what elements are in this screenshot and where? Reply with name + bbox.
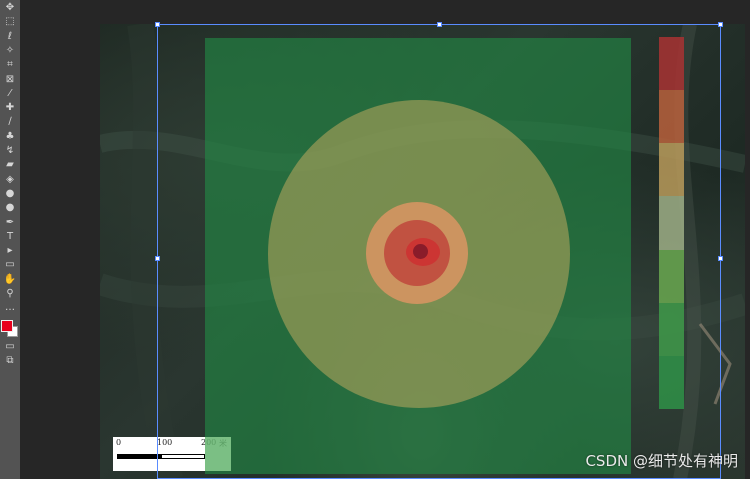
eraser-tool-icon[interactable]: ▰ (3, 159, 17, 171)
marquee-tool-icon[interactable]: ⬚ (3, 16, 17, 28)
transform-handle-top-right[interactable] (718, 22, 723, 27)
frame-tool-icon[interactable]: ⊠ (3, 74, 17, 86)
lasso-tool-icon[interactable]: ℓ (3, 31, 17, 43)
transform-handle-middle-left[interactable] (155, 256, 160, 261)
blur-tool-icon[interactable]: ● (3, 188, 17, 200)
dodge-tool-icon[interactable]: ● (3, 202, 17, 214)
more-tools-icon[interactable]: … (3, 302, 17, 314)
rectangle-tool-icon[interactable]: ▭ (3, 259, 17, 271)
eyedropper-tool-icon[interactable]: ⁄ (3, 88, 17, 100)
legend-segment (659, 143, 684, 197)
healing-brush-tool-icon[interactable]: ✚ (3, 102, 17, 114)
watermark: CSDN @细节处有神明 (585, 452, 738, 470)
history-brush-tool-icon[interactable]: ↯ (3, 145, 17, 157)
transform-handle-middle-right[interactable] (718, 256, 723, 261)
move-tool-icon[interactable]: ✥ (3, 2, 17, 14)
legend-segment (659, 249, 684, 303)
hand-tool-icon[interactable]: ✋ (3, 274, 17, 286)
transform-handle-top-left[interactable] (155, 22, 160, 27)
crop-tool-icon[interactable]: ⌗ (3, 59, 17, 71)
color-legend-bar (659, 37, 684, 409)
zoom-tool-icon[interactable]: ⚲ (3, 288, 17, 300)
scale-track (117, 454, 205, 459)
brush-tool-icon[interactable]: ∕ (3, 116, 17, 128)
foreground-color-swatch[interactable] (1, 320, 13, 332)
legend-segment (659, 302, 684, 356)
scale-bar-overlay (205, 437, 231, 471)
screen-mode-icon[interactable]: ⧉ (3, 355, 17, 367)
scale-label-100: 100 (157, 438, 173, 447)
paint-bucket-tool-icon[interactable]: ◈ (3, 174, 17, 186)
source-point (413, 244, 428, 259)
transform-handle-top-center[interactable] (437, 22, 442, 27)
legend-segment (659, 196, 684, 250)
clone-stamp-tool-icon[interactable]: ♣ (3, 131, 17, 143)
quick-mask-icon[interactable]: ▭ (3, 341, 17, 353)
magic-wand-tool-icon[interactable]: ✧ (3, 45, 17, 57)
type-tool-icon[interactable]: T (3, 231, 17, 243)
legend-segment (659, 355, 684, 409)
legend-segment (659, 90, 684, 144)
legend-segment (659, 37, 684, 91)
pen-tool-icon[interactable]: ✒ (3, 217, 17, 229)
scale-label-0: 0 (116, 438, 122, 447)
path-selection-tool-icon[interactable]: ▸ (3, 245, 17, 257)
scale-segment-black (118, 455, 162, 458)
tools-panel: ✥ ⬚ ℓ ✧ ⌗ ⊠ ⁄ ✚ ∕ ♣ ↯ ▰ ◈ ● ● ✒ T ▸ ▭ ✋ ⚲ … ▭ ⧉ (0, 0, 21, 479)
